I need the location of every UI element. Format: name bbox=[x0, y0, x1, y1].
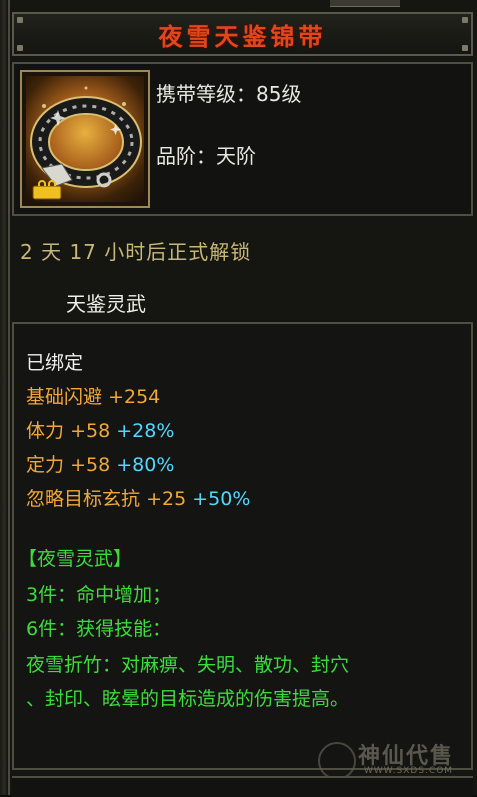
grade-label: 品阶：天阶 bbox=[156, 144, 256, 168]
stat-row: 忽略目标玄抗 +25 +50% bbox=[26, 484, 250, 511]
stat-flat: +58 bbox=[70, 420, 111, 442]
stat-percent: +80% bbox=[116, 454, 175, 476]
bound-status: 已绑定 bbox=[26, 352, 84, 374]
rivet-icon bbox=[462, 17, 468, 23]
stat-flat: +254 bbox=[108, 386, 161, 408]
stat-name: 基础闪避 bbox=[26, 386, 103, 408]
stat-flat: +25 bbox=[146, 488, 187, 510]
skill-description-line: 、封印、眩晕的目标造成的伤害提高。 bbox=[26, 688, 350, 710]
stat-row: 定力 +58 +80% bbox=[26, 450, 174, 477]
rivet-icon bbox=[462, 45, 468, 51]
stat-percent: +50% bbox=[192, 488, 251, 510]
stats-box: 已绑定 基础闪避 +254 体力 +58 +28% 定力 +58 +80% 忽略… bbox=[12, 322, 473, 770]
top-decoration bbox=[330, 0, 400, 7]
set-bonus-6: 6件：获得技能： bbox=[26, 618, 172, 640]
rivet-icon bbox=[17, 45, 23, 51]
stat-name: 体力 bbox=[26, 420, 65, 442]
rivet-icon bbox=[17, 17, 23, 23]
stat-percent: +28% bbox=[116, 420, 175, 442]
watermark-url: WWW.SXDS.COM bbox=[364, 766, 454, 776]
item-title: 夜雪天鉴锦带 bbox=[158, 22, 327, 51]
stat-name: 定力 bbox=[26, 454, 65, 476]
bottom-strip bbox=[12, 776, 473, 797]
set-name: 【夜雪灵武】 bbox=[18, 548, 133, 570]
title-bar: 夜雪天鉴锦带 bbox=[12, 12, 473, 56]
unlock-countdown: 2 天 17 小时后正式解锁 bbox=[20, 240, 252, 264]
stat-row: 体力 +58 +28% bbox=[26, 416, 174, 443]
skill-description-line: 夜雪折竹：对麻痹、失明、散功、封穴 bbox=[26, 654, 350, 676]
item-info-box: 携带等级：85级 品阶：天阶 bbox=[12, 62, 473, 216]
stat-name: 忽略目标玄抗 bbox=[26, 488, 141, 510]
item-subname: 天鉴灵武 bbox=[66, 292, 146, 316]
watermark-logo-icon bbox=[318, 742, 356, 780]
stat-row: 基础闪避 +254 bbox=[26, 382, 160, 409]
item-icon-slot[interactable] bbox=[20, 70, 150, 208]
window-left-edge bbox=[0, 0, 8, 795]
requirement-label: 携带等级：85级 bbox=[156, 82, 302, 106]
lock-badge-icon bbox=[32, 180, 62, 200]
set-bonus-3: 3件：命中增加； bbox=[26, 584, 172, 606]
stat-flat: +58 bbox=[70, 454, 111, 476]
